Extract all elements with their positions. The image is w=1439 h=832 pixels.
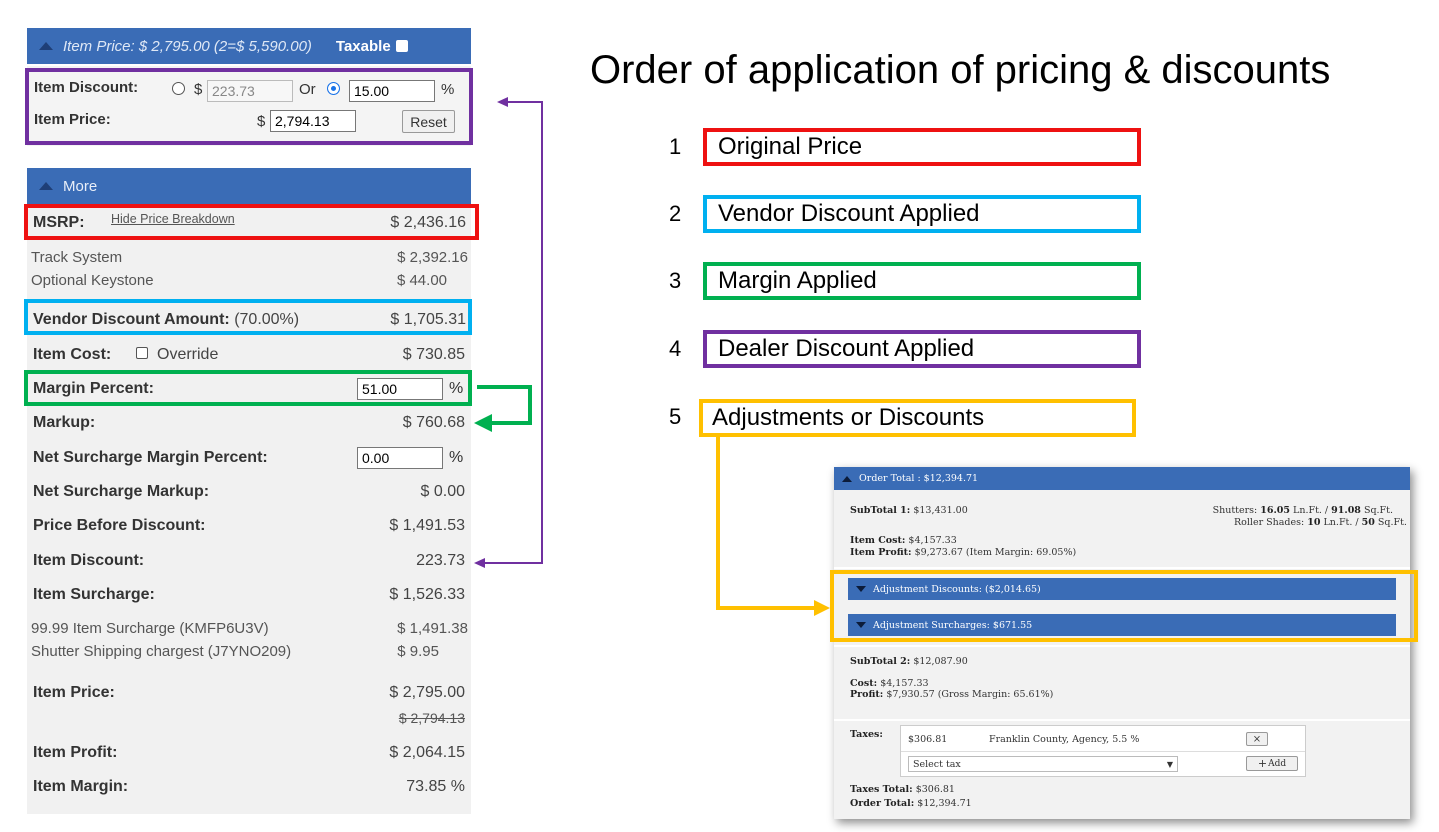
taxes-total-value: $306.81 bbox=[915, 784, 955, 795]
roller-lnft: 10 bbox=[1307, 517, 1321, 528]
legend-label-3: Margin Applied bbox=[718, 267, 877, 294]
profit-line: Profit: $7,930.57 (Gross Margin: 65.61%) bbox=[850, 689, 1053, 700]
subtotal2: SubTotal 2: $12,087.90 bbox=[850, 656, 968, 667]
order-total-line-value: $12,394.71 bbox=[917, 798, 972, 809]
adjustment-discounts-text: Adjustment Discounts: ($2,014.65) bbox=[873, 583, 1041, 595]
legend-num-4: 4 bbox=[669, 336, 682, 361]
remove-tax-button[interactable]: × bbox=[1246, 732, 1268, 746]
roller-sqft-unit: Sq.Ft. bbox=[1377, 517, 1407, 528]
item-profit-line-label: Item Profit: bbox=[850, 547, 912, 558]
legend-num-1: 1 bbox=[669, 134, 682, 159]
shutters-sqft: 91.08 bbox=[1331, 505, 1361, 516]
expand-down-icon-2 bbox=[856, 622, 866, 628]
inset-divider-1 bbox=[834, 567, 1410, 569]
item-profit-line: Item Profit: $9,273.67 (Item Margin: 69.… bbox=[850, 547, 1076, 558]
legend-title: Order of application of pricing & discou… bbox=[590, 48, 1331, 92]
item-profit-line-value: $9,273.67 (Item Margin: 69.05%) bbox=[914, 547, 1077, 558]
collapse-up-icon-3 bbox=[842, 475, 852, 482]
item-cost-line-value: $4,157.33 bbox=[908, 535, 957, 546]
legend-num-2: 2 bbox=[669, 201, 682, 226]
legend-num-5: 5 bbox=[669, 404, 682, 429]
item-cost-line: Item Cost: $4,157.33 bbox=[850, 535, 957, 546]
shutters-sqft-unit: Sq.Ft. bbox=[1363, 505, 1393, 516]
purple-arrowhead-top bbox=[497, 97, 508, 107]
plus-icon: + bbox=[1257, 757, 1268, 770]
subtotal1-value: $13,431.00 bbox=[913, 505, 968, 516]
legend-label-4: Dealer Discount Applied bbox=[718, 335, 975, 362]
profit-line-value: $7,930.57 (Gross Margin: 65.61%) bbox=[886, 689, 1054, 700]
shutters-lnft: 16.05 bbox=[1260, 505, 1290, 516]
roller-label: Roller Shades: bbox=[1234, 517, 1305, 528]
adjustment-surcharges-text: Adjustment Surcharges: $671.55 bbox=[873, 619, 1033, 631]
inset-divider-2 bbox=[834, 645, 1410, 647]
order-total-panel: Order Total : $12,394.71 SubTotal 1: $13… bbox=[834, 467, 1410, 819]
legend-label-1: Original Price bbox=[718, 133, 863, 160]
order-total-line-label: Order Total: bbox=[850, 798, 915, 809]
taxes-label-text: Taxes: bbox=[850, 729, 883, 740]
close-icon: × bbox=[1252, 733, 1262, 745]
roller-lnft-unit: Ln.Ft. / bbox=[1323, 517, 1359, 528]
caret-down-icon: ▼ bbox=[1166, 759, 1173, 769]
legend-item-vendor-discount: Vendor Discount Applied bbox=[703, 195, 1141, 233]
legend-item-original-price: Original Price bbox=[703, 128, 1141, 166]
subtotal1: SubTotal 1: $13,431.00 bbox=[850, 505, 968, 516]
taxes-table: $306.81 Franklin County, Agency, 5.5 % ×… bbox=[900, 725, 1306, 777]
cost-line: Cost: $4,157.33 bbox=[850, 678, 929, 689]
item-cost-line-label: Item Cost: bbox=[850, 535, 906, 546]
add-tax-label: Add bbox=[1268, 758, 1287, 769]
shutters-label: Shutters: bbox=[1212, 505, 1258, 516]
taxes-total-label: Taxes Total: bbox=[850, 784, 913, 795]
taxes-label: Taxes: bbox=[850, 729, 883, 740]
legend-item-adjustments: Adjustments or Discounts bbox=[699, 399, 1136, 437]
order-total-header-text: Order Total : $12,394.71 bbox=[859, 473, 979, 484]
tax-row-divider bbox=[901, 751, 1305, 752]
legend-label-2: Vendor Discount Applied bbox=[718, 200, 980, 227]
purple-arrow-line bbox=[480, 101, 543, 564]
order-total-line: Order Total: $12,394.71 bbox=[850, 798, 972, 809]
cost-line-label: Cost: bbox=[850, 678, 878, 689]
legend-label-5: Adjustments or Discounts bbox=[712, 404, 985, 431]
subtotal2-label: SubTotal 2: bbox=[850, 656, 911, 667]
select-tax-text: Select tax bbox=[913, 758, 961, 770]
tax-amount: $306.81 bbox=[908, 734, 948, 745]
shutters-summary: Shutters: 16.05 Ln.Ft. / 91.08 Sq.Ft. bbox=[1213, 505, 1393, 516]
add-tax-button[interactable]: + Add bbox=[1246, 756, 1298, 771]
adjustment-discounts-bar[interactable]: Adjustment Discounts: ($2,014.65) bbox=[848, 578, 1396, 600]
legend-num-3: 3 bbox=[669, 268, 682, 293]
expand-down-icon bbox=[856, 586, 866, 592]
cost-line-value: $4,157.33 bbox=[880, 678, 929, 689]
roller-summary: Roller Shades: 10 Ln.Ft. / 50 Sq.Ft. bbox=[1234, 517, 1407, 528]
legend-item-margin: Margin Applied bbox=[703, 262, 1141, 300]
roller-sqft: 50 bbox=[1361, 517, 1375, 528]
green-arrowhead bbox=[474, 414, 492, 432]
yellow-arrow-line bbox=[716, 436, 818, 610]
profit-line-label: Profit: bbox=[850, 689, 884, 700]
select-tax-dropdown[interactable]: Select tax ▼ bbox=[908, 756, 1178, 772]
adjustment-surcharges-bar[interactable]: Adjustment Surcharges: $671.55 bbox=[848, 614, 1396, 636]
taxes-total: Taxes Total: $306.81 bbox=[850, 784, 955, 795]
purple-arrowhead-bottom bbox=[474, 558, 485, 568]
legend-item-dealer-discount: Dealer Discount Applied bbox=[703, 330, 1141, 368]
order-total-header[interactable]: Order Total : $12,394.71 bbox=[834, 467, 1410, 490]
inset-divider-3 bbox=[834, 719, 1410, 721]
shutters-lnft-unit: Ln.Ft. / bbox=[1293, 505, 1329, 516]
subtotal2-value: $12,087.90 bbox=[913, 656, 968, 667]
subtotal1-label: SubTotal 1: bbox=[850, 505, 911, 516]
yellow-arrowhead bbox=[814, 600, 830, 616]
tax-name: Franklin County, Agency, 5.5 % bbox=[989, 734, 1140, 745]
